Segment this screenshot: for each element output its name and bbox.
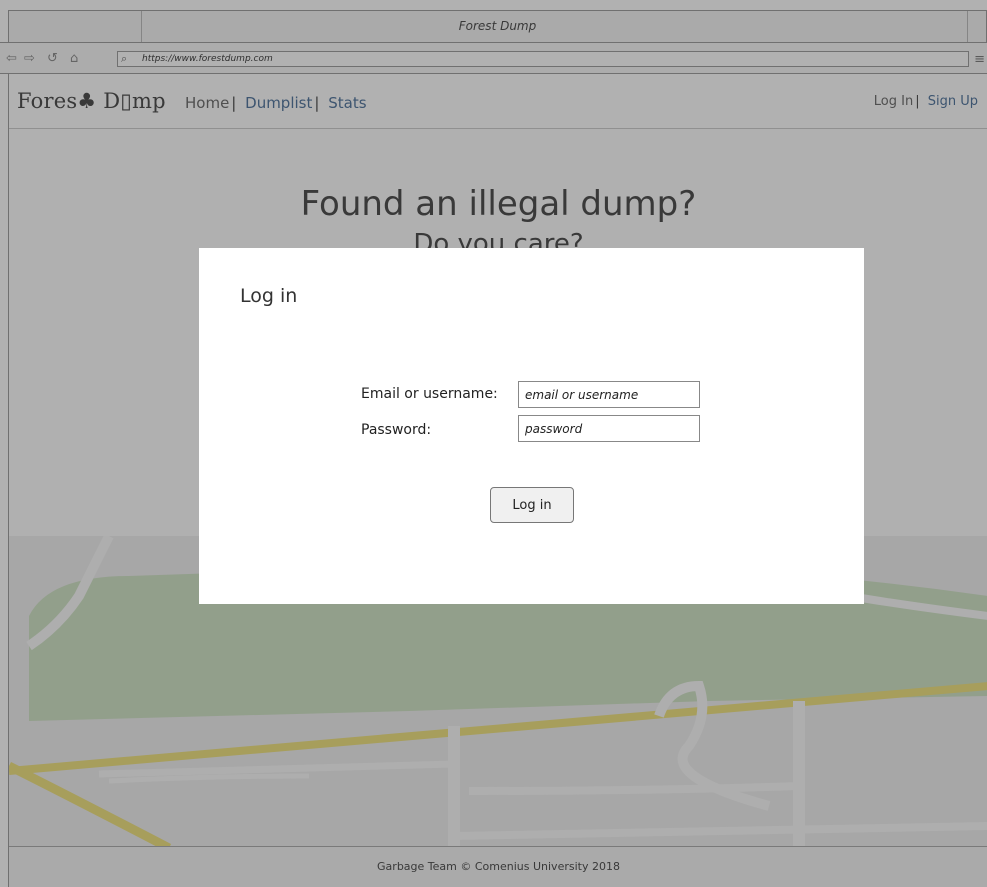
email-field[interactable] — [518, 381, 700, 408]
login-submit-button[interactable]: Log in — [490, 487, 574, 523]
password-field[interactable] — [518, 415, 700, 442]
email-label: Email or username: — [361, 386, 498, 402]
password-label: Password: — [361, 422, 432, 438]
modal-title: Log in — [240, 285, 298, 307]
login-modal: Log in Email or username: Password: Log … — [199, 248, 864, 604]
